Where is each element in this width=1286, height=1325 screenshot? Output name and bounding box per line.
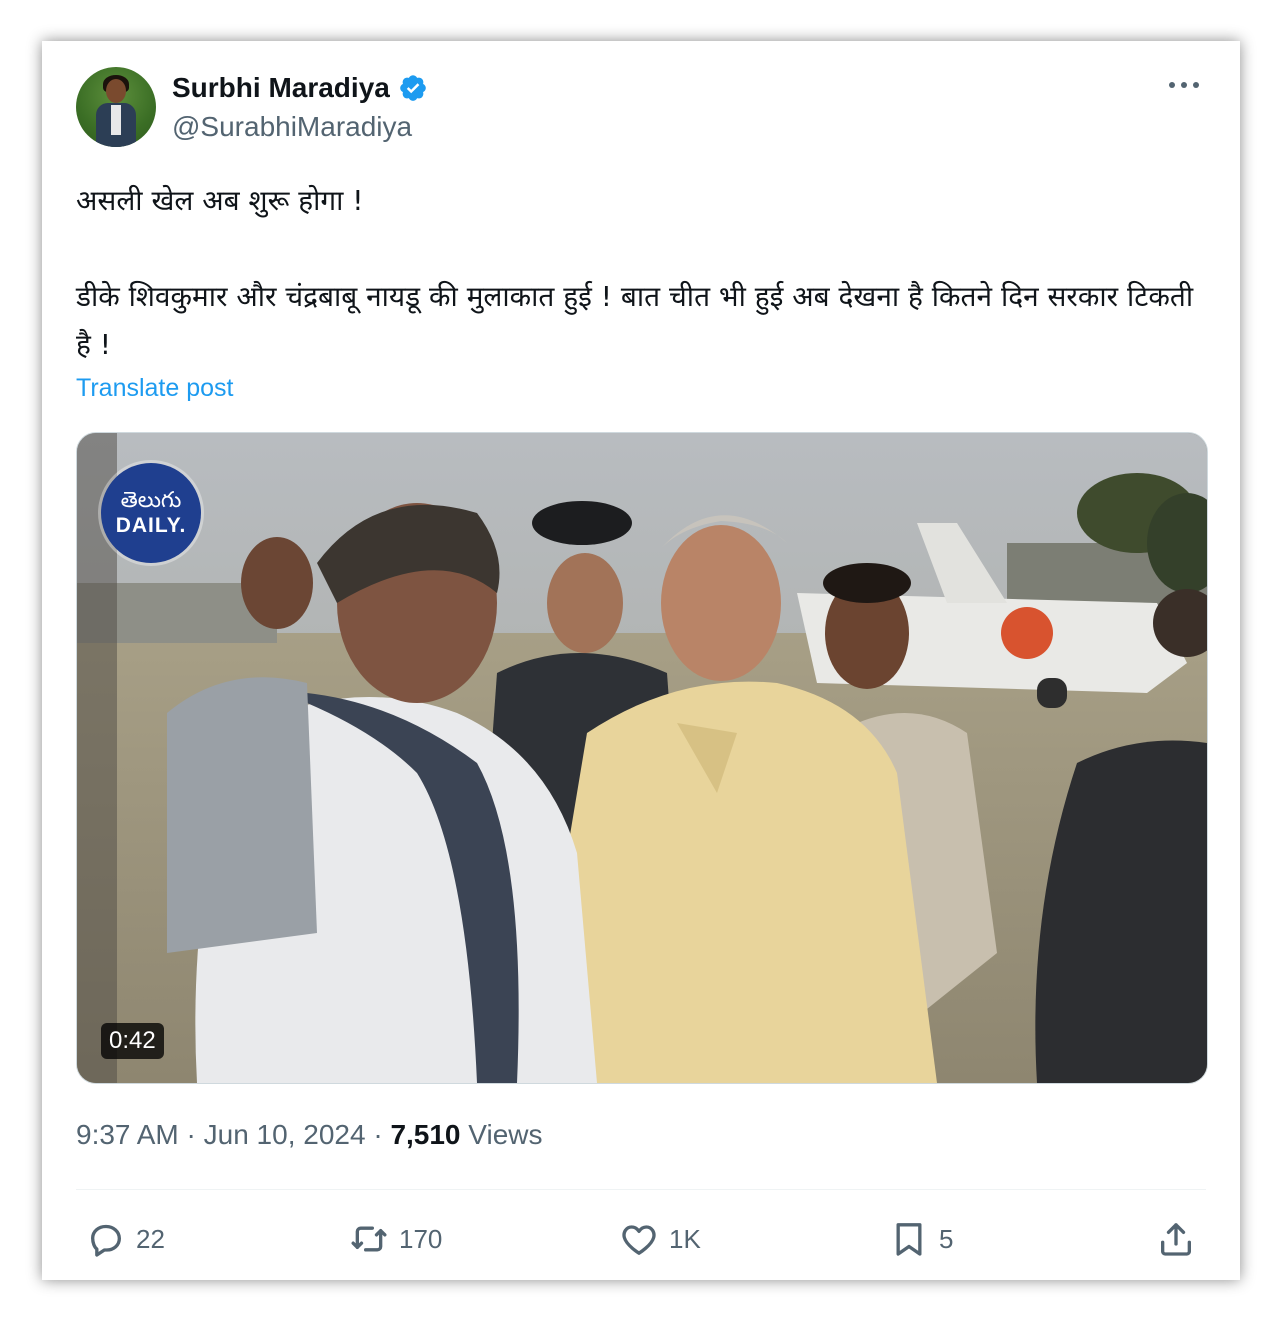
post-text: असली खेल अब शुरू होगा ! डीके शिवकुमार और…	[76, 177, 1206, 369]
channel-logo: తెలుగు DAILY.	[101, 463, 201, 563]
post-time[interactable]: 9:37 AM	[76, 1119, 179, 1150]
post-text-line1: असली खेल अब शुरू होगा !	[76, 184, 364, 217]
post-date[interactable]: Jun 10, 2024	[204, 1119, 366, 1150]
views-count: 7,510	[390, 1119, 461, 1150]
post-text-line2: डीके शिवकुमार और चंद्रबाबू नायडू की मुला…	[76, 280, 1194, 361]
bookmark-count: 5	[939, 1223, 954, 1254]
meta-separator: ·	[186, 1119, 196, 1150]
author-name-row[interactable]: Surbhi Maradiya	[172, 71, 428, 105]
repost-button[interactable]: 170	[349, 1219, 442, 1259]
like-button[interactable]: 1K	[619, 1219, 701, 1259]
logo-line2: DAILY.	[115, 514, 187, 537]
share-button[interactable]	[1156, 1219, 1206, 1259]
logo-line1: తెలుగు	[120, 488, 182, 513]
reply-button[interactable]: 22	[86, 1219, 165, 1259]
verified-badge-icon	[400, 75, 426, 101]
author-name[interactable]: Surbhi Maradiya	[172, 72, 390, 104]
meta-separator: ·	[373, 1119, 383, 1150]
views-label: Views	[468, 1119, 543, 1150]
avatar[interactable]	[76, 67, 156, 147]
repost-icon	[351, 1226, 387, 1252]
action-bar: 22 170 1K 5	[76, 1211, 1206, 1267]
like-count: 1K	[669, 1223, 701, 1254]
more-icon[interactable]	[1164, 75, 1204, 95]
bookmark-button[interactable]: 5	[889, 1219, 953, 1259]
author-handle[interactable]: @SurabhiMaradiya	[172, 111, 412, 143]
video-player[interactable]: తెలుగు DAILY. 0:42	[76, 432, 1208, 1084]
video-duration-badge: 0:42	[101, 1023, 164, 1059]
reply-icon	[91, 1224, 122, 1257]
bookmark-icon	[896, 1223, 922, 1256]
repost-count: 170	[399, 1223, 443, 1254]
video-frame	[77, 433, 1207, 1083]
divider	[76, 1189, 1206, 1190]
post-meta: 9:37 AM · Jun 10, 2024 · 7,510 Views	[76, 1119, 542, 1151]
share-icon	[1161, 1223, 1191, 1256]
tweet-card: Surbhi Maradiya @SurabhiMaradiya असली खे…	[42, 41, 1240, 1280]
like-icon	[622, 1225, 656, 1255]
translate-post-link[interactable]: Translate post	[76, 374, 233, 403]
reply-count: 22	[136, 1223, 165, 1254]
